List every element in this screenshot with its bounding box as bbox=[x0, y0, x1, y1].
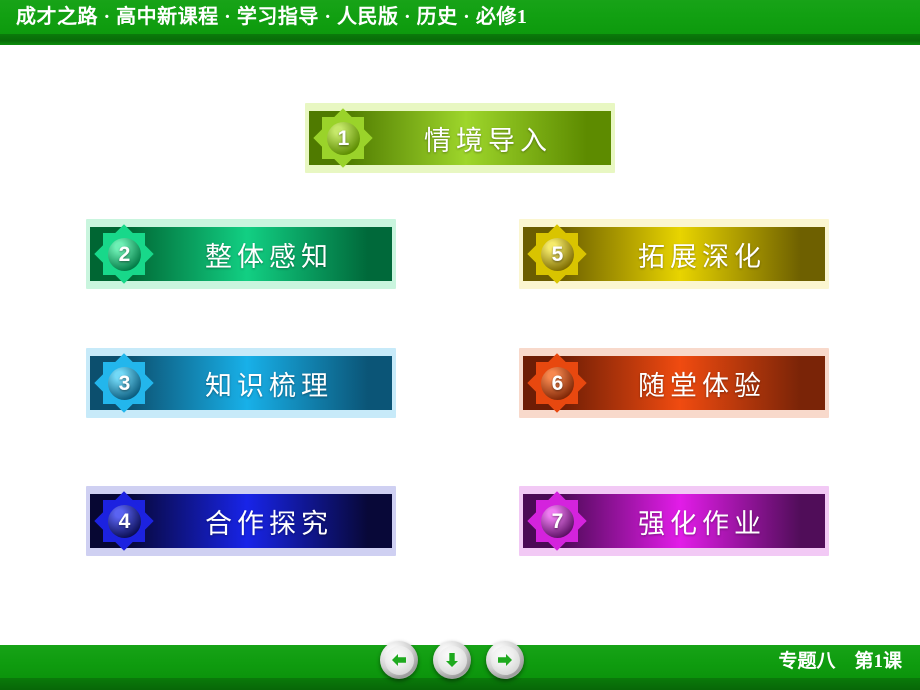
next-arrow-icon bbox=[490, 645, 520, 675]
menu-item-star-badge: 4 bbox=[94, 491, 154, 551]
menu-item-2[interactable]: 整体感知 2 bbox=[86, 219, 396, 289]
menu-item-1[interactable]: 情境导入 1 bbox=[305, 103, 615, 173]
menu-item-5[interactable]: 拓展深化 5 bbox=[519, 219, 829, 289]
menu-item-number: 4 bbox=[108, 505, 141, 538]
prev-button[interactable] bbox=[380, 641, 418, 679]
lesson-indicator: 专题八 第1课 bbox=[778, 651, 902, 672]
menu-item-7[interactable]: 强化作业 7 bbox=[519, 486, 829, 556]
menu-item-number: 5 bbox=[541, 238, 574, 271]
menu-item-3[interactable]: 知识梳理 3 bbox=[86, 348, 396, 418]
menu-item-star-badge: 5 bbox=[527, 224, 587, 284]
footer-bar-shadow bbox=[0, 678, 920, 690]
next-button[interactable] bbox=[486, 641, 524, 679]
menu-item-star-badge: 2 bbox=[94, 224, 154, 284]
menu-item-6[interactable]: 随堂体验 6 bbox=[519, 348, 829, 418]
menu-item-number: 3 bbox=[108, 367, 141, 400]
menu-item-number: 7 bbox=[541, 505, 574, 538]
page-title: 成才之路 · 高中新课程 · 学习指导 · 人民版 · 历史 · 必修1 bbox=[16, 6, 528, 28]
menu-item-star-badge: 6 bbox=[527, 353, 587, 413]
down-arrow-icon bbox=[437, 645, 467, 675]
header-bar-shadow bbox=[0, 34, 920, 45]
menu-item-number: 1 bbox=[327, 122, 360, 155]
menu-item-4[interactable]: 合作探究 4 bbox=[86, 486, 396, 556]
down-button[interactable] bbox=[433, 641, 471, 679]
menu-item-number: 6 bbox=[541, 367, 574, 400]
menu-item-star-badge: 7 bbox=[527, 491, 587, 551]
prev-arrow-icon bbox=[384, 645, 414, 675]
menu-item-star-badge: 1 bbox=[313, 108, 373, 168]
menu-item-star-badge: 3 bbox=[94, 353, 154, 413]
menu-item-number: 2 bbox=[108, 238, 141, 271]
